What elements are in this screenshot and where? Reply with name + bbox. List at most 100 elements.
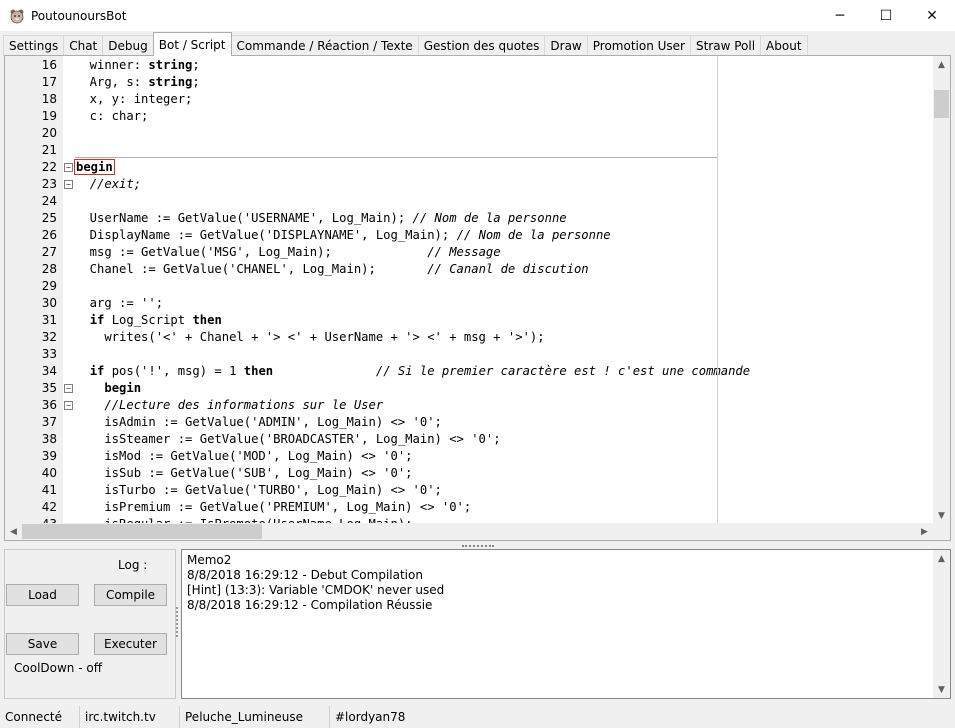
tab-about[interactable]: About <box>760 35 808 56</box>
tab-promotion-user[interactable]: Promotion User <box>586 35 691 56</box>
status-channel: #lordyan78 <box>335 710 406 724</box>
tab-strip: Settings Chat Debug Bot / Script Command… <box>0 32 955 56</box>
line-number: 26 <box>41 228 57 242</box>
tab-debug[interactable]: Debug <box>102 35 154 56</box>
memo-vertical-scrollbar[interactable]: ▲ ▼ <box>933 550 950 698</box>
code-line[interactable]: 40 isSub := GetValue('SUB', Log_Main) <>… <box>5 465 905 482</box>
code-text: isAdmin := GetValue('ADMIN', Log_Main) <… <box>75 415 442 429</box>
fold-toggle-icon[interactable]: − <box>64 384 73 393</box>
tab-bot-script[interactable]: Bot / Script <box>152 32 232 56</box>
scrollbar-corner <box>933 523 950 540</box>
vertical-scroll-thumb[interactable] <box>934 90 949 118</box>
code-line[interactable]: 39 isMod := GetValue('MOD', Log_Main) <>… <box>5 448 905 465</box>
status-server: irc.twitch.tv <box>80 706 180 728</box>
code-text: x, y: integer; <box>75 92 193 106</box>
scroll-left-arrow-icon[interactable]: ◀ <box>5 523 22 540</box>
script-editor[interactable]: 16 winner: string; 17 Arg, s: string; 18 x… <box>4 55 951 541</box>
load-button[interactable]: Load <box>6 584 79 606</box>
code-line[interactable]: 22− begin <box>5 159 905 176</box>
horizontal-scroll-thumb[interactable] <box>22 524 262 539</box>
code-line[interactable]: 30 arg := ''; <box>5 295 905 312</box>
code-text: msg := GetValue('MSG', Log_Main); // Mes… <box>75 245 501 259</box>
code-line[interactable]: 26 DisplayName := GetValue('DISPLAYNAME'… <box>5 227 905 244</box>
tab-commande-reaction-texte[interactable]: Commande / Réaction / Texte <box>230 35 419 56</box>
status-connection: Connecté <box>0 706 80 728</box>
splitter-grip-icon[interactable] <box>462 545 494 547</box>
minimize-button[interactable]: ─ <box>817 0 863 31</box>
code-line[interactable]: 19 c: char; <box>5 108 905 125</box>
code-line[interactable]: 27 msg := GetValue('MSG', Log_Main); // … <box>5 244 905 261</box>
fold-toggle-icon[interactable]: − <box>64 163 73 172</box>
code-line[interactable]: 17 Arg, s: string; <box>5 74 905 91</box>
log-memo[interactable]: Memo2 8/8/2018 16:29:12 - Debut Compilat… <box>181 549 951 699</box>
line-number: 38 <box>41 432 57 446</box>
code-line[interactable]: 37 isAdmin := GetValue('ADMIN', Log_Main… <box>5 414 905 431</box>
editor-vertical-scrollbar[interactable]: ▲ ▼ <box>933 56 950 524</box>
code-line[interactable]: 20 <box>5 125 905 142</box>
line-number: 32 <box>41 330 57 344</box>
editor-horizontal-scrollbar[interactable]: ◀ ▶ <box>5 523 933 540</box>
code-line[interactable]: 42 isPremium := GetValue('PREMIUM', Log_… <box>5 499 905 516</box>
bear-app-icon <box>10 9 24 23</box>
line-number: 33 <box>41 347 57 361</box>
code-text: //Lecture des informations sur le User <box>104 398 384 412</box>
code-text: c: char; <box>75 109 149 123</box>
line-number: 25 <box>41 211 57 225</box>
tab-straw-poll[interactable]: Straw Poll <box>689 35 762 56</box>
code-text: //exit; <box>89 177 142 191</box>
compile-button[interactable]: Compile <box>94 584 167 606</box>
tab-chat[interactable]: Chat <box>63 35 104 56</box>
code-text: arg := ''; <box>75 296 164 310</box>
memo-scroll-up-arrow-icon[interactable]: ▲ <box>933 550 950 567</box>
maximize-button[interactable]: ☐ <box>863 0 909 31</box>
cooldown-status: CoolDown - off <box>14 661 102 675</box>
code-line[interactable]: 18 x, y: integer; <box>5 91 905 108</box>
close-button[interactable]: ✕ <box>909 0 955 31</box>
line-number: 17 <box>41 75 57 89</box>
line-number: 28 <box>41 262 57 276</box>
vertical-splitter-grip-icon[interactable] <box>176 607 179 637</box>
fold-toggle-icon[interactable]: − <box>64 401 73 410</box>
memo-scroll-down-arrow-icon[interactable]: ▼ <box>933 681 950 698</box>
code-line[interactable]: 36− //Lecture des informations sur le Us… <box>5 397 905 414</box>
control-panel: Log : Load Compile Save Executer CoolDow… <box>4 549 176 699</box>
code-text: DisplayName := GetValue('DISPLAYNAME', L… <box>75 228 611 242</box>
code-line[interactable]: 33 <box>5 346 905 363</box>
tab-settings[interactable]: Settings <box>3 35 65 56</box>
code-line[interactable]: 29 <box>5 278 905 295</box>
line-number: 39 <box>41 449 57 463</box>
execute-button[interactable]: Executer <box>94 633 167 655</box>
code-text: if Log_Script then <box>89 313 222 327</box>
code-line[interactable]: 38 isSteamer := GetValue('BROADCASTER', … <box>5 431 905 448</box>
code-line[interactable]: 25 UserName := GetValue('USERNAME', Log_… <box>5 210 905 227</box>
line-number: 34 <box>41 364 57 378</box>
line-number: 30 <box>41 296 57 310</box>
code-line[interactable]: 31 if Log_Script then <box>5 312 905 329</box>
code-line[interactable]: 35− begin <box>5 380 905 397</box>
code-line[interactable]: 16 winner: string; <box>5 57 905 74</box>
scroll-right-arrow-icon[interactable]: ▶ <box>916 523 933 540</box>
code-area[interactable]: 16 winner: string; 17 Arg, s: string; 18 x… <box>5 56 933 524</box>
code-line[interactable]: 41 isTurbo := GetValue('TURBO', Log_Main… <box>5 482 905 499</box>
matched-begin-keyword: begin <box>74 159 115 175</box>
code-line[interactable]: 28 Chanel := GetValue('CHANEL', Log_Main… <box>5 261 905 278</box>
code-line[interactable]: 32 writes('<' + Chanel + '> <' + UserNam… <box>5 329 905 346</box>
code-line[interactable]: 34 if pos('!', msg) = 1 then // Si le pr… <box>5 363 905 380</box>
line-number: 35 <box>41 381 57 395</box>
tab-draw[interactable]: Draw <box>544 35 588 56</box>
scroll-up-arrow-icon[interactable]: ▲ <box>933 56 950 73</box>
line-number: 29 <box>41 279 57 293</box>
code-line[interactable]: 23− //exit; <box>5 176 905 193</box>
log-label: Log : <box>118 558 148 572</box>
scroll-down-arrow-icon[interactable]: ▼ <box>933 507 950 524</box>
line-number: 23 <box>41 177 57 191</box>
code-text: begin <box>74 159 115 176</box>
tab-gestion-des-quotes[interactable]: Gestion des quotes <box>417 35 546 56</box>
code-line[interactable]: 24 <box>5 193 905 210</box>
memo-line: [Hint] (13:3): Variable 'CMDOK' never us… <box>187 583 445 597</box>
save-button[interactable]: Save <box>6 633 79 655</box>
code-text: isSteamer := GetValue('BROADCASTER', Log… <box>75 432 501 446</box>
fold-toggle-icon[interactable]: − <box>64 180 73 189</box>
code-text: isPremium := GetValue('PREMIUM', Log_Mai… <box>75 500 472 514</box>
right-margin-line <box>717 56 718 524</box>
